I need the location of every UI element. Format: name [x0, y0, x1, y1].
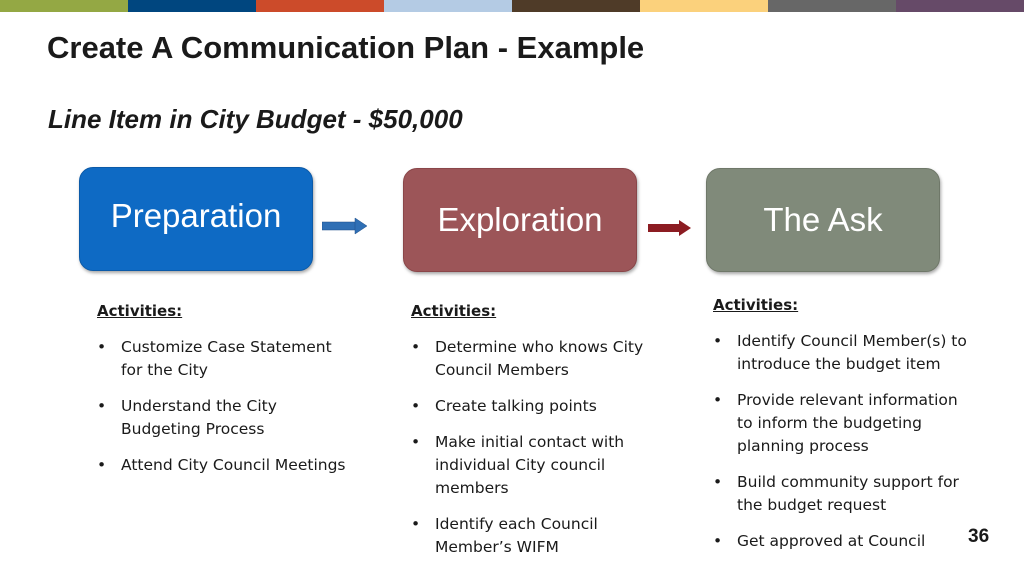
bullet-icon: •: [97, 456, 107, 474]
color-band-segment: [128, 0, 256, 12]
activities-header: Activities:: [411, 302, 497, 320]
bullet-icon: •: [713, 332, 723, 350]
stage-label: Exploration: [437, 201, 603, 238]
stage-label: The Ask: [763, 201, 883, 238]
slide-title: Create A Communication Plan - Example: [47, 30, 645, 65]
bullet-icon: •: [411, 515, 421, 533]
color-band-segment: [256, 0, 384, 12]
activities-the-ask: Activities: • Identify Council Member(s) …: [713, 294, 975, 566]
list-item: • Provide relevant information to inform …: [713, 391, 958, 455]
list-item: • Identify each Council Member’s WIFM: [411, 515, 598, 556]
right-arrow-icon: [648, 220, 691, 236]
list-item: • Create talking points: [411, 395, 671, 418]
bullet-icon: •: [411, 338, 421, 356]
list-item: • Understand the City Budgeting Process: [97, 397, 277, 438]
activities-header: Activities:: [713, 296, 799, 314]
activities-exploration: Activities: • Determine who knows City Co…: [411, 300, 671, 572]
bullet-icon: •: [713, 532, 723, 550]
stage-exploration: Exploration: [403, 168, 637, 272]
list-item: • Attend City Council Meetings: [97, 454, 357, 477]
stage-preparation: Preparation: [79, 167, 313, 271]
color-band-segment: [768, 0, 896, 12]
color-band-segment: [512, 0, 640, 12]
stage-the-ask: The Ask: [706, 168, 940, 272]
bullet-icon: •: [713, 391, 723, 409]
list-item: • Customize Case Statement for the City: [97, 338, 332, 379]
color-band-segment: [0, 0, 128, 12]
activities-preparation: Activities: • Customize Case Statement fo…: [97, 300, 357, 490]
list-item: • Build community support for the budget …: [713, 473, 959, 514]
list-item: • Get approved at Council: [713, 530, 975, 553]
bullet-icon: •: [97, 397, 107, 415]
color-band-segment: [384, 0, 512, 12]
bullet-icon: •: [713, 473, 723, 491]
activities-header: Activities:: [97, 302, 183, 320]
list-item: • Determine who knows City Council Member…: [411, 338, 644, 379]
color-band-segment: [896, 0, 1024, 12]
right-arrow-icon: [322, 217, 368, 235]
color-band-segment: [640, 0, 768, 12]
bullet-icon: •: [411, 397, 421, 415]
bullet-icon: •: [411, 433, 421, 451]
list-item: • Make initial contact with individual Ci…: [411, 433, 625, 497]
page-number: 36: [968, 526, 990, 547]
slide-subtitle: Line Item in City Budget - $50,000: [48, 104, 463, 134]
stage-label: Preparation: [110, 197, 282, 234]
color-band: [0, 0, 1024, 12]
list-item: • Identify Council Member(s) to introduce…: [713, 332, 967, 373]
bullet-icon: •: [97, 338, 107, 356]
